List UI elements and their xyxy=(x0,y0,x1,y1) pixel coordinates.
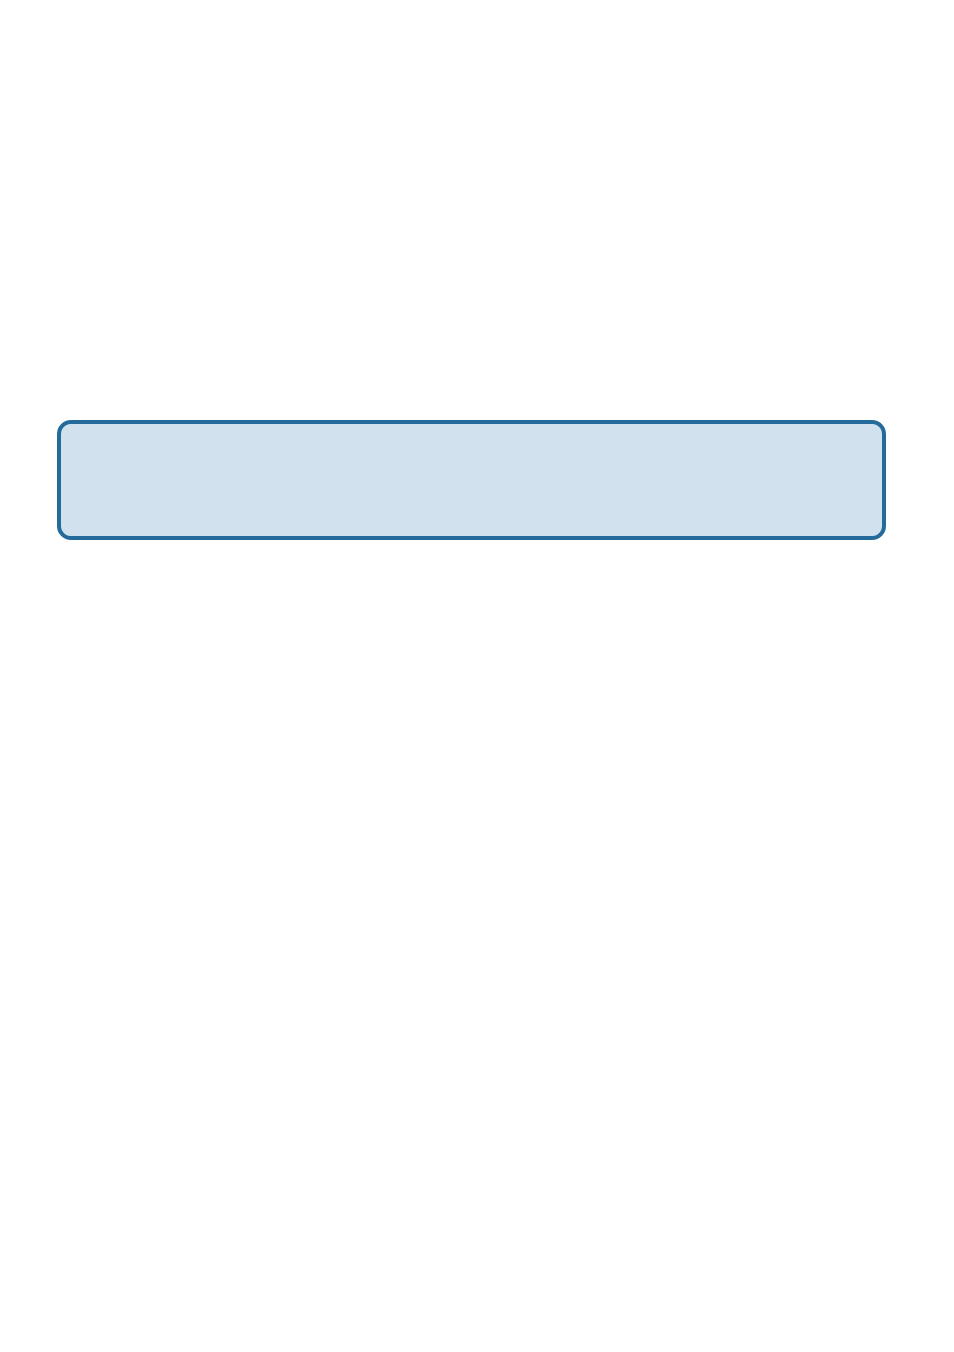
rounded-rectangle-shape xyxy=(57,420,886,540)
